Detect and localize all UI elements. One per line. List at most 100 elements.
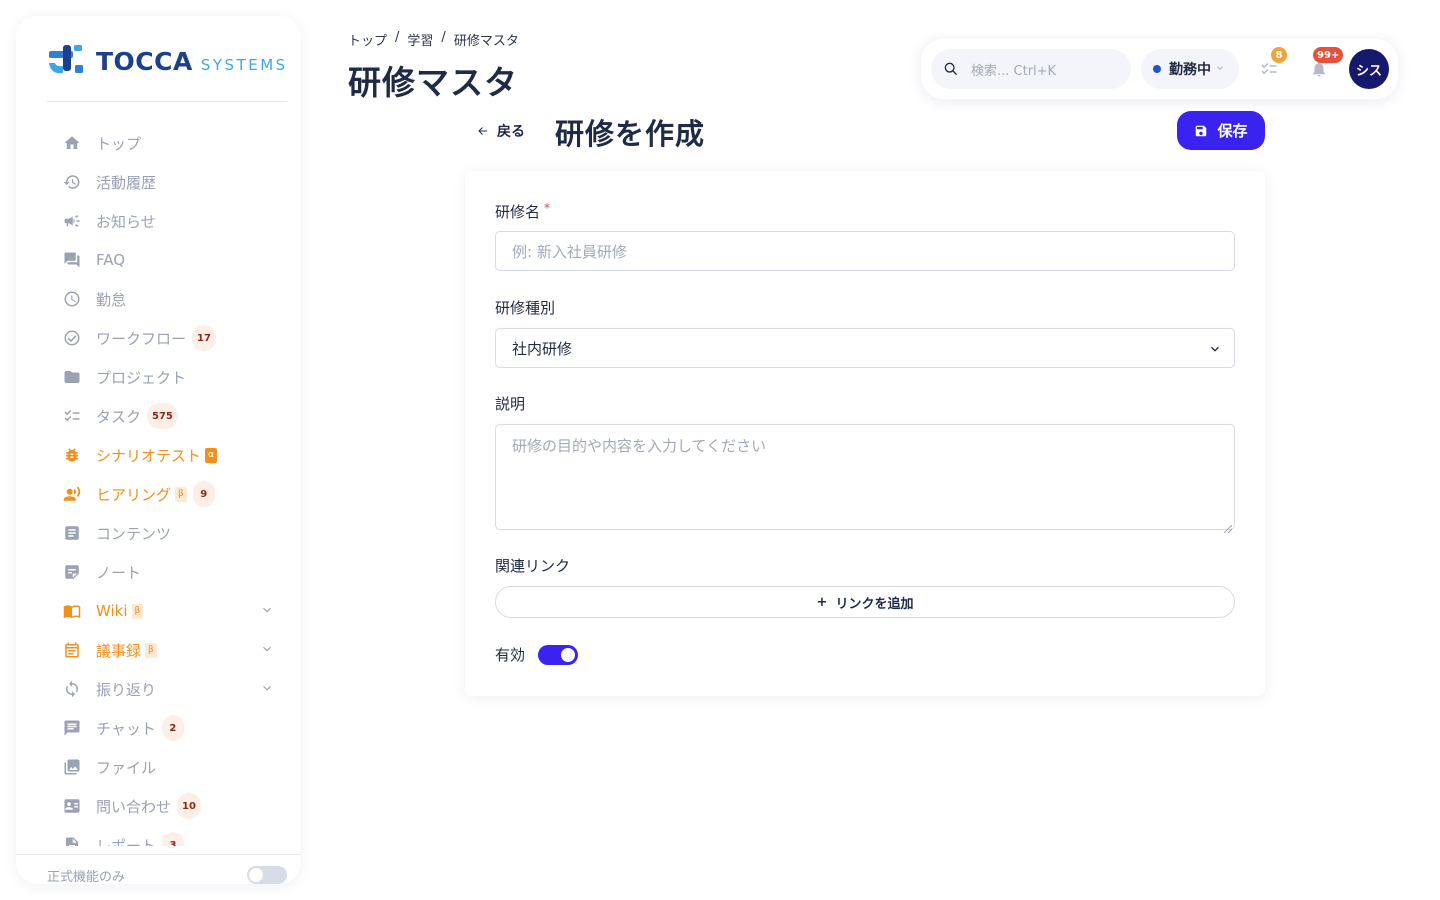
notifications-button[interactable]: 99+ <box>1307 47 1344 81</box>
search-input[interactable]: 検索... Ctrl+K <box>931 49 1131 89</box>
breadcrumb-item[interactable]: トップ <box>348 30 387 49</box>
add-link-label: リンクを追加 <box>835 596 914 612</box>
sidebar-item-label: タスク <box>96 407 142 426</box>
breadcrumb: トップ / 学習 / 研修マスタ <box>348 30 519 49</box>
arrow-left-icon <box>478 127 487 135</box>
chevron-down-icon[interactable] <box>260 603 276 619</box>
brand-name: TOCCA <box>96 46 193 76</box>
save-icon <box>1196 125 1207 136</box>
brand-sub: SYSTEMS <box>200 55 288 74</box>
sidebar-item-label: ノート <box>96 563 142 582</box>
article-icon <box>62 523 82 543</box>
status-dot <box>1153 65 1161 73</box>
training-name-placeholder: 例: 新入社員研修 <box>512 242 627 261</box>
sync-icon <box>62 679 82 699</box>
chevron-down-icon <box>1215 61 1225 77</box>
sidebar-item-label: レポート <box>96 836 157 847</box>
chevron-down-icon[interactable] <box>260 681 276 697</box>
breadcrumb-item[interactable]: 学習 <box>407 30 433 49</box>
type-label: 研修種別 <box>495 299 556 317</box>
count-badge: 9 <box>192 481 215 507</box>
sidebar-item-news[interactable]: お知らせ <box>62 205 282 237</box>
description-label: 説明 <box>495 395 526 413</box>
sidebar-item-files[interactable]: ファイル <box>62 751 282 783</box>
images-icon <box>62 757 82 777</box>
megaphone-icon <box>62 211 82 231</box>
add-link-button[interactable]: + リンクを追加 <box>495 586 1235 618</box>
official-only-toggle[interactable] <box>247 866 287 884</box>
sidebar-item-top[interactable]: トップ <box>62 127 282 159</box>
sidebar-item-label: トップ <box>96 134 142 153</box>
sidebar-item-scenario-test[interactable]: シナリオテスト α <box>62 439 282 471</box>
contact-card-icon <box>62 796 82 816</box>
search-icon <box>944 62 958 76</box>
alpha-tag: α <box>205 447 217 463</box>
form-title: 研修を作成 <box>555 117 706 151</box>
training-form-card: 研修名 * 例: 新入社員研修 研修種別 社内研修 説明 研修の目的や内容を入力し… <box>465 171 1265 696</box>
description-placeholder: 研修の目的や内容を入力してください <box>512 437 767 455</box>
links-label: 関連リンク <box>495 557 571 575</box>
history-icon <box>62 172 82 192</box>
sidebar-item-label: Wiki <box>96 602 128 620</box>
active-toggle[interactable] <box>538 645 578 665</box>
forum-icon <box>62 250 82 270</box>
sidebar-item-label: 活動履歴 <box>96 173 157 192</box>
sidebar-item-minutes[interactable]: 議事録 β <box>62 634 282 666</box>
sidebar-item-label: FAQ <box>96 251 126 269</box>
count-badge: 17 <box>192 325 216 351</box>
sidebar-nav: トップ 活動履歴 お知らせ FAQ 勤怠 ワークフロー 17 プロジェクト タス… <box>16 124 301 846</box>
sidebar-item-label: ファイル <box>96 758 157 777</box>
sidebar-item-hearing[interactable]: ヒアリング β 9 <box>62 478 282 510</box>
back-label: 戻る <box>497 124 525 140</box>
sidebar-item-inquiry[interactable]: 問い合わせ 10 <box>62 790 282 822</box>
count-badge: 2 <box>161 715 184 741</box>
sidebar-footer: 正式機能のみ <box>16 854 301 884</box>
book-icon <box>62 601 82 621</box>
logo[interactable]: TOCCA SYSTEMS <box>47 43 288 79</box>
official-only-label: 正式機能のみ <box>47 870 126 884</box>
sidebar-item-chat[interactable]: チャット 2 <box>62 712 282 744</box>
sidebar-item-wiki[interactable]: Wiki β <box>62 595 282 627</box>
checklist-icon <box>62 406 82 426</box>
sidebar-item-faq[interactable]: FAQ <box>62 244 282 276</box>
description-textarea[interactable]: 研修の目的や内容を入力してください <box>495 424 1235 534</box>
check-circle-icon <box>62 328 82 348</box>
sidebar-item-label: 問い合わせ <box>96 797 172 816</box>
folder-icon <box>62 367 82 387</box>
sidebar-item-attendance[interactable]: 勤怠 <box>62 283 282 315</box>
beta-tag: β <box>145 642 157 658</box>
sidebar-item-workflow[interactable]: ワークフロー 17 <box>62 322 282 354</box>
bug-icon <box>62 445 82 465</box>
sidebar-item-activity[interactable]: 活動履歴 <box>62 166 282 198</box>
active-label: 有効 <box>495 646 526 664</box>
checklist-icon <box>1261 62 1277 75</box>
logo-mark-icon <box>47 43 85 79</box>
sidebar: TOCCA SYSTEMS トップ 活動履歴 お知らせ FAQ 勤怠 ワークフロ… <box>16 16 301 884</box>
breadcrumb-separator: / <box>441 30 446 45</box>
count-badge: 3 <box>162 832 185 846</box>
tasks-button[interactable]: 8 <box>1257 47 1287 81</box>
home-icon <box>62 133 82 153</box>
sidebar-item-task[interactable]: タスク 575 <box>62 400 282 432</box>
work-status-dropdown[interactable]: 勤務中 <box>1141 49 1239 89</box>
training-type-select[interactable]: 社内研修 <box>495 328 1235 368</box>
save-button[interactable]: 保存 <box>1177 111 1265 150</box>
sidebar-item-retrospective[interactable]: 振り返り <box>62 673 282 705</box>
avatar[interactable]: シス <box>1349 49 1389 89</box>
sidebar-item-label: ワークフロー <box>96 329 187 348</box>
sidebar-item-label: コンテンツ <box>96 524 172 543</box>
sidebar-item-label: プロジェクト <box>96 368 187 387</box>
sidebar-item-project[interactable]: プロジェクト <box>62 361 282 393</box>
back-button[interactable]: 戻る <box>477 121 525 141</box>
tasks-badge: 8 <box>1271 47 1287 63</box>
sidebar-item-label: チャット <box>96 719 156 738</box>
name-label: 研修名 * <box>495 201 551 221</box>
sidebar-item-label: ヒアリング <box>96 485 172 504</box>
sidebar-item-report[interactable]: レポート 3 <box>62 829 282 846</box>
note-icon <box>62 562 82 582</box>
training-name-field[interactable]: 例: 新入社員研修 <box>495 231 1235 271</box>
resize-handle-icon[interactable] <box>1223 519 1233 534</box>
chevron-down-icon[interactable] <box>260 642 276 658</box>
sidebar-item-contents[interactable]: コンテンツ <box>62 517 282 549</box>
sidebar-item-note[interactable]: ノート <box>62 556 282 588</box>
